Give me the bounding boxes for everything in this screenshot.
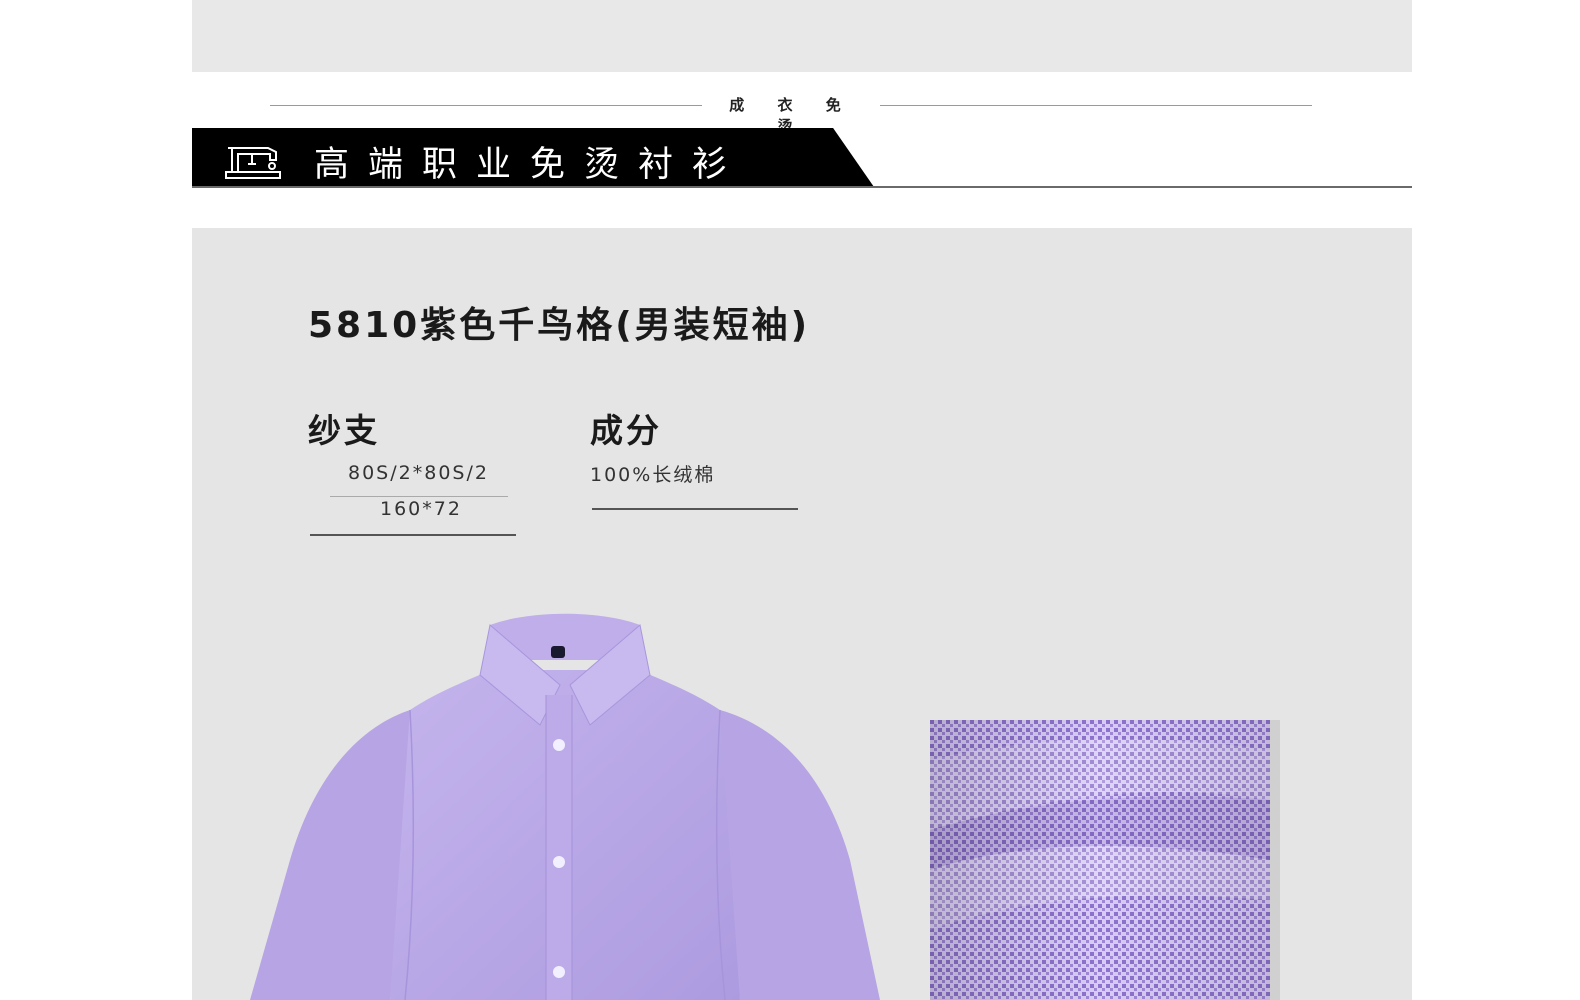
product-detail-page: 成 衣 免 烫 高端职业免烫衬衫 5810紫色千鸟格(男装短袖) 纱支 80S/…: [0, 0, 1580, 1000]
subtitle-divider-left: [270, 105, 702, 106]
sewing-machine-icon: [225, 147, 281, 179]
yarn-count-value: 80S/2*80S/2: [348, 462, 489, 484]
yarn-count-label: 纱支: [308, 411, 380, 450]
subtitle-divider-right: [880, 105, 1312, 106]
yarn-underline: [310, 534, 516, 536]
shirt-image: [250, 613, 880, 1000]
fabric-swatch-image: [930, 720, 1280, 1000]
product-title: 5810紫色千鸟格(男装短袖): [308, 305, 811, 346]
thread-density-value: 160*72: [380, 498, 462, 520]
composition-label: 成分: [590, 411, 662, 450]
top-gray-band: [192, 0, 1412, 72]
banner-title: 高端职业免烫衬衫: [314, 145, 747, 185]
composition-underline: [592, 508, 798, 510]
composition-value: 100%长绒棉: [590, 464, 716, 486]
yarn-divider: [330, 496, 508, 497]
